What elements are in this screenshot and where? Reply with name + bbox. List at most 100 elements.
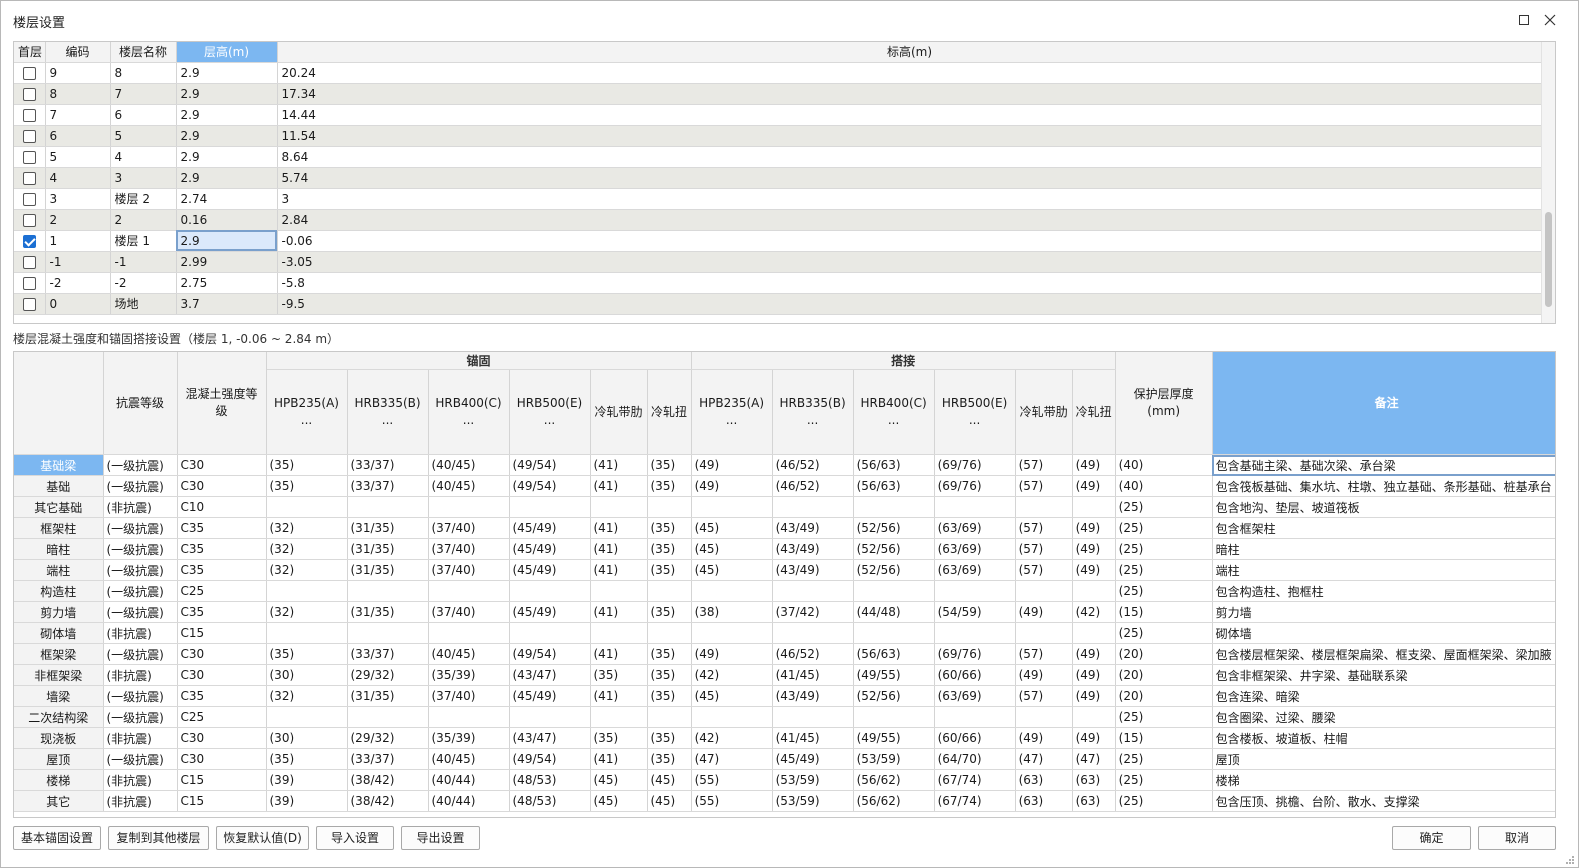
floor-height-cell[interactable]: 3.7 bbox=[176, 293, 278, 315]
lap-hrb335-cell[interactable] bbox=[772, 622, 854, 644]
lap-hrb500-cell[interactable]: (69/76) bbox=[934, 454, 1016, 476]
lap-cold-ribbed-cell[interactable] bbox=[1015, 622, 1073, 644]
lap-hrb500-cell[interactable]: (54/59) bbox=[934, 601, 1016, 623]
anchor-hpb235-cell[interactable]: (32) bbox=[266, 538, 348, 560]
cancel-button[interactable]: 取消 bbox=[1478, 826, 1556, 850]
cover-thickness-cell[interactable]: (25) bbox=[1115, 517, 1213, 539]
anchor-hpb235-cell[interactable] bbox=[266, 580, 348, 602]
anchor-hrb500-cell[interactable]: (48/53) bbox=[509, 790, 591, 812]
note-cell[interactable]: 包含压顶、挑檐、台阶、散水、支撑梁 bbox=[1212, 790, 1555, 812]
lap-hrb500-cell[interactable]: (69/76) bbox=[934, 643, 1016, 665]
seismic-grade-cell[interactable]: (一级抗震) bbox=[103, 706, 178, 728]
anchor-hrb335-cell[interactable]: (33/37) bbox=[347, 748, 429, 770]
lap-cold-ribbed-cell[interactable]: (57) bbox=[1015, 475, 1073, 497]
lap-cold-twisted-cell[interactable] bbox=[1072, 706, 1116, 728]
seismic-grade-cell[interactable]: (非抗震) bbox=[103, 622, 178, 644]
anchor-hrb335-cell[interactable]: (31/35) bbox=[347, 685, 429, 707]
col-header-lap-cold-twisted[interactable]: 冷轧扭 bbox=[1072, 369, 1116, 455]
lap-hrb500-cell[interactable]: (63/69) bbox=[934, 517, 1016, 539]
col-header-first-floor[interactable]: 首层 bbox=[14, 42, 46, 63]
anchor-hrb500-cell[interactable]: (43/47) bbox=[509, 664, 591, 686]
seismic-grade-cell[interactable]: (一级抗震) bbox=[103, 454, 178, 476]
lap-hrb500-cell[interactable] bbox=[934, 580, 1016, 602]
anchor-row[interactable]: 框架柱 (一级抗震) C35 (32) (31/35) (37/40) (45/49) (41… bbox=[14, 517, 1555, 539]
floor-table-scrollbar[interactable] bbox=[1541, 42, 1555, 323]
concrete-grade-cell[interactable]: C25 bbox=[177, 580, 267, 602]
lap-cold-ribbed-cell[interactable] bbox=[1015, 580, 1073, 602]
anchor-hrb500-cell[interactable] bbox=[509, 622, 591, 644]
cover-thickness-cell[interactable]: (40) bbox=[1115, 475, 1213, 497]
anchor-cold-twisted-cell[interactable]: (35) bbox=[647, 475, 692, 497]
floor-name-cell[interactable]: 场地 bbox=[110, 293, 177, 315]
lap-hrb335-cell[interactable]: (53/59) bbox=[772, 769, 854, 791]
note-cell[interactable]: 包含框架柱 bbox=[1212, 517, 1555, 539]
floor-name-cell[interactable]: 2 bbox=[110, 209, 177, 231]
element-type-cell[interactable]: 二次结构梁 bbox=[14, 706, 104, 728]
anchor-hrb500-cell[interactable]: (49/54) bbox=[509, 475, 591, 497]
lap-hrb400-cell[interactable] bbox=[853, 706, 935, 728]
floor-elevation-cell[interactable]: 11.54 bbox=[277, 125, 1543, 147]
lap-hpb235-cell[interactable]: (45) bbox=[691, 538, 773, 560]
lap-cold-ribbed-cell[interactable]: (57) bbox=[1015, 454, 1073, 476]
lap-hrb400-cell[interactable]: (52/56) bbox=[853, 685, 935, 707]
element-type-cell[interactable]: 框架柱 bbox=[14, 517, 104, 539]
anchor-hpb235-cell[interactable]: (32) bbox=[266, 685, 348, 707]
copy-to-other-floors-button[interactable]: 复制到其他楼层 bbox=[108, 826, 209, 850]
col-header-anchor-hrb500[interactable]: HRB500(E) ... bbox=[509, 369, 591, 455]
floor-code-cell[interactable]: 6 bbox=[45, 125, 111, 147]
anchor-hrb500-cell[interactable]: (45/49) bbox=[509, 601, 591, 623]
floor-row[interactable]: 4 3 2.9 5.74 bbox=[14, 167, 1543, 189]
lap-hrb335-cell[interactable]: (46/52) bbox=[772, 475, 854, 497]
first-floor-checkbox[interactable] bbox=[22, 276, 36, 290]
anchor-hrb335-cell[interactable] bbox=[347, 706, 429, 728]
floor-height-cell[interactable]: 2.75 bbox=[176, 272, 278, 294]
col-header-concrete[interactable]: 混凝土强度等级 bbox=[177, 352, 267, 455]
concrete-grade-cell[interactable]: C35 bbox=[177, 538, 267, 560]
floor-row[interactable]: -1 -1 2.99 -3.05 bbox=[14, 251, 1543, 273]
floor-name-cell[interactable]: 楼层 1 bbox=[110, 230, 177, 252]
anchor-row[interactable]: 基础 (一级抗震) C30 (35) (33/37) (40/45) (49/54) (41)… bbox=[14, 475, 1555, 497]
anchor-hrb400-cell[interactable]: (35/39) bbox=[428, 727, 510, 749]
anchor-row[interactable]: 剪力墙 (一级抗震) C35 (32) (31/35) (37/40) (45/49) (41… bbox=[14, 601, 1555, 623]
lap-hrb400-cell[interactable]: (53/59) bbox=[853, 748, 935, 770]
cover-thickness-cell[interactable]: (20) bbox=[1115, 685, 1213, 707]
anchor-hrb500-cell[interactable] bbox=[509, 580, 591, 602]
lap-hrb335-cell[interactable]: (43/49) bbox=[772, 538, 854, 560]
concrete-grade-cell[interactable]: C30 bbox=[177, 454, 267, 476]
first-floor-checkbox[interactable] bbox=[22, 150, 36, 164]
lap-hrb400-cell[interactable] bbox=[853, 496, 935, 518]
note-cell[interactable]: 包含构造柱、抱框柱 bbox=[1212, 580, 1555, 602]
cover-thickness-cell[interactable]: (25) bbox=[1115, 559, 1213, 581]
element-type-cell[interactable]: 屋顶 bbox=[14, 748, 104, 770]
anchor-cold-twisted-cell[interactable]: (35) bbox=[647, 664, 692, 686]
floor-code-cell[interactable]: -2 bbox=[45, 272, 111, 294]
anchor-hpb235-cell[interactable]: (35) bbox=[266, 748, 348, 770]
first-floor-checkbox[interactable] bbox=[22, 213, 36, 227]
import-settings-button[interactable]: 导入设置 bbox=[316, 826, 394, 850]
seismic-grade-cell[interactable]: (非抗震) bbox=[103, 496, 178, 518]
anchor-hrb500-cell[interactable]: (45/49) bbox=[509, 685, 591, 707]
lap-hpb235-cell[interactable]: (42) bbox=[691, 664, 773, 686]
lap-cold-ribbed-cell[interactable]: (63) bbox=[1015, 790, 1073, 812]
lap-hrb335-cell[interactable]: (41/45) bbox=[772, 727, 854, 749]
floor-elevation-cell[interactable]: 20.24 bbox=[277, 62, 1543, 84]
anchor-cold-twisted-cell[interactable]: (35) bbox=[647, 727, 692, 749]
lap-cold-ribbed-cell[interactable]: (57) bbox=[1015, 538, 1073, 560]
floor-name-cell[interactable]: 5 bbox=[110, 125, 177, 147]
col-header-floor-height[interactable]: 层高(m) bbox=[176, 42, 278, 63]
floor-height-cell[interactable]: 2.9 bbox=[176, 167, 278, 189]
anchor-hrb400-cell[interactable]: (37/40) bbox=[428, 538, 510, 560]
note-cell[interactable]: 包含楼层框架梁、楼层框架扁梁、框支梁、屋面框架梁、梁加腋 bbox=[1212, 643, 1555, 665]
lap-hrb335-cell[interactable]: (45/49) bbox=[772, 748, 854, 770]
floor-elevation-cell[interactable]: 3 bbox=[277, 188, 1543, 210]
lap-cold-ribbed-cell[interactable]: (49) bbox=[1015, 727, 1073, 749]
floor-name-cell[interactable]: 8 bbox=[110, 62, 177, 84]
element-type-cell[interactable]: 剪力墙 bbox=[14, 601, 104, 623]
note-cell[interactable]: 楼梯 bbox=[1212, 769, 1555, 791]
lap-hrb335-cell[interactable] bbox=[772, 496, 854, 518]
lap-cold-twisted-cell[interactable]: (63) bbox=[1072, 769, 1116, 791]
anchor-row[interactable]: 楼梯 (非抗震) C15 (39) (38/42) (40/44) (48/53) (45)(… bbox=[14, 769, 1555, 791]
floor-height-cell[interactable]: 2.9 bbox=[176, 125, 278, 147]
lap-hrb335-cell[interactable]: (46/52) bbox=[772, 643, 854, 665]
lap-hpb235-cell[interactable]: (45) bbox=[691, 517, 773, 539]
